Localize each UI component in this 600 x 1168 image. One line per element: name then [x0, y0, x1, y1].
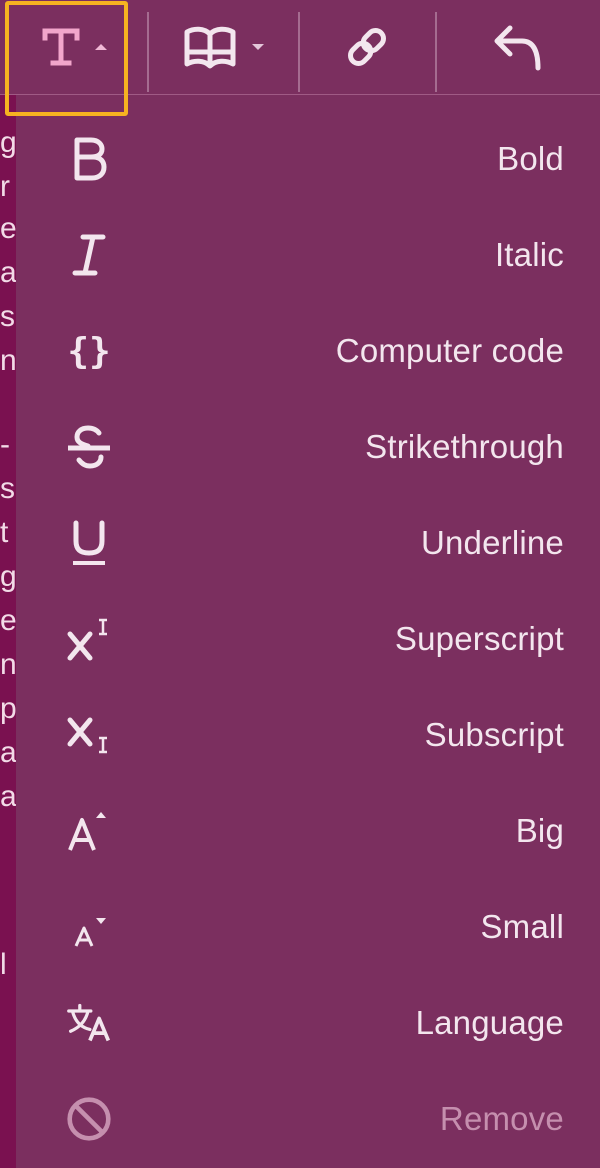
- editor-toolbar: [0, 0, 600, 95]
- bold-icon: [66, 129, 112, 189]
- background-text-fragment: n: [0, 344, 16, 377]
- menu-item-label: Bold: [497, 140, 564, 177]
- menu-item-language[interactable]: Language: [16, 975, 600, 1071]
- menu-item-label: Subscript: [424, 716, 564, 753]
- menu-item-subscript[interactable]: Subscript: [16, 687, 600, 783]
- underline-icon: [66, 513, 112, 573]
- language-icon: [66, 993, 112, 1053]
- text-bigger-icon: [66, 801, 112, 861]
- text-smaller-icon: [66, 897, 112, 957]
- menu-item-label: Language: [415, 1004, 564, 1041]
- background-text-fragment: t: [0, 516, 9, 549]
- background-text-fragment: r: [0, 170, 10, 203]
- italic-icon: [66, 225, 112, 285]
- text-style-menu: Bold Italic {} Computer code Strikethrou…: [16, 95, 600, 1168]
- menu-item-remove[interactable]: Remove: [16, 1071, 600, 1167]
- menu-item-bold[interactable]: Bold: [16, 111, 600, 207]
- text-style-button[interactable]: [0, 0, 148, 94]
- background-text-fragment: n: [0, 648, 16, 681]
- background-text-fragment: a: [0, 256, 16, 289]
- background-text-fragment: s: [0, 472, 15, 505]
- menu-item-small[interactable]: Small: [16, 879, 600, 975]
- menu-item-label: Computer code: [335, 332, 564, 369]
- menu-item-label: Small: [480, 908, 564, 945]
- cite-button[interactable]: [148, 0, 298, 94]
- text-style-icon: [42, 28, 80, 66]
- background-text-fragment: -: [0, 428, 10, 461]
- menu-item-label: Big: [515, 812, 564, 849]
- link-icon: [348, 28, 386, 66]
- background-text-fragment: e: [0, 212, 16, 245]
- background-page-content: g r e a s n - s t g e n p a a l: [0, 0, 16, 1168]
- menu-item-computer-code[interactable]: {} Computer code: [16, 303, 600, 399]
- superscript-icon: [66, 609, 112, 669]
- code-braces-icon: {}: [67, 330, 111, 372]
- menu-item-big[interactable]: Big: [16, 783, 600, 879]
- menu-item-label: Underline: [420, 524, 564, 561]
- menu-item-label: Superscript: [394, 620, 564, 657]
- menu-item-underline[interactable]: Underline: [16, 495, 600, 591]
- book-icon: [184, 26, 236, 69]
- menu-item-label: Strikethrough: [365, 428, 564, 465]
- background-text-fragment: g: [0, 560, 16, 593]
- undo-button[interactable]: [436, 0, 600, 94]
- chevron-down-icon: [252, 44, 264, 50]
- undo-icon: [494, 25, 541, 71]
- chevron-up-icon: [95, 44, 107, 50]
- subscript-icon: [66, 705, 112, 765]
- link-button[interactable]: [298, 0, 436, 94]
- background-text-fragment: a: [0, 736, 16, 769]
- menu-item-strikethrough[interactable]: Strikethrough: [16, 399, 600, 495]
- menu-item-label: Italic: [494, 236, 564, 273]
- menu-item-label: Remove: [439, 1100, 564, 1137]
- background-text-fragment: e: [0, 604, 16, 637]
- remove-format-icon: [66, 1089, 112, 1149]
- strikethrough-icon: [66, 417, 112, 477]
- menu-item-italic[interactable]: Italic: [16, 207, 600, 303]
- background-text-fragment: l: [0, 948, 7, 981]
- menu-item-superscript[interactable]: Superscript: [16, 591, 600, 687]
- background-text-fragment: g: [0, 126, 16, 159]
- background-text-fragment: p: [0, 692, 16, 725]
- background-text-fragment: s: [0, 300, 15, 333]
- background-text-fragment: a: [0, 780, 16, 813]
